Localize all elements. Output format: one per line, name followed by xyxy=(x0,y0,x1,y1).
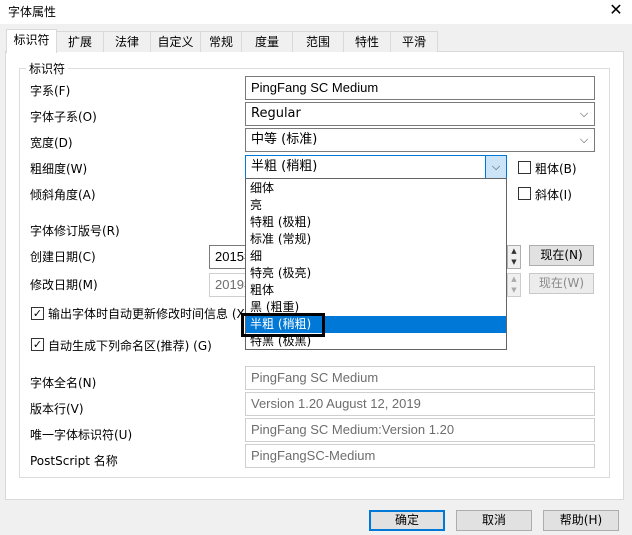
subfamily-label: 字体子系(O) xyxy=(30,110,97,124)
tab-features[interactable]: 特性 xyxy=(343,31,391,52)
cancel-button[interactable]: 取消 xyxy=(456,510,532,531)
italic-angle-label: 倾斜角度(A) xyxy=(30,188,96,202)
chevron-down-icon: ⌵ xyxy=(485,156,506,178)
created-label: 创建日期(C) xyxy=(30,250,96,264)
weight-option[interactable]: 粗体 xyxy=(246,282,506,299)
italic-checkbox[interactable] xyxy=(518,187,531,200)
group-title: 标识符 xyxy=(26,60,69,77)
created-now-button[interactable]: 现在(N) xyxy=(529,245,594,266)
help-button[interactable]: 帮助(H) xyxy=(543,510,619,531)
width-label: 宽度(D) xyxy=(30,136,73,150)
weight-value: 半粗 (稍粗) xyxy=(251,159,318,174)
tab-extensions[interactable]: 扩展 xyxy=(56,31,104,52)
auto-update-label: 输出字体时自动更新修改时间信息 (X) xyxy=(48,307,250,321)
auto-update-checkbox[interactable]: ✓ xyxy=(31,307,44,320)
postscript-label: PostScript 名称 xyxy=(30,454,118,468)
chevron-down-icon: ⌵ xyxy=(579,133,589,146)
spin-down-icon[interactable]: ▼ xyxy=(508,257,520,268)
auto-names-checkbox[interactable]: ✓ xyxy=(31,338,44,351)
spin-down-icon[interactable]: ▼ xyxy=(508,285,520,296)
modified-now-button[interactable]: 现在(W) xyxy=(529,273,594,294)
family-label: 字系(F) xyxy=(30,84,71,98)
window-title: 字体属性 xyxy=(8,5,57,19)
weight-option[interactable]: 特粗 (极粗) xyxy=(246,214,506,231)
weight-option[interactable]: 细 xyxy=(246,248,506,265)
full-name-label: 字体全名(N) xyxy=(30,376,97,390)
modified-spin[interactable]: ▲ ▼ xyxy=(507,273,521,297)
subfamily-select[interactable]: Regular ⌵ xyxy=(245,102,595,126)
weight-option[interactable]: 亮 xyxy=(246,197,506,214)
weight-option[interactable]: 特亮 (极亮) xyxy=(246,265,506,282)
subfamily-value: Regular xyxy=(251,106,301,121)
weight-option[interactable]: 标准 (常规) xyxy=(246,231,506,248)
spin-up-icon[interactable]: ▲ xyxy=(508,274,520,285)
family-input[interactable]: PingFang SC Medium xyxy=(245,76,595,100)
tab-range[interactable]: 范围 xyxy=(292,31,344,52)
auto-names-label: 自动生成下列命名区(推荐) (G) xyxy=(48,339,212,353)
chevron-down-icon: ⌵ xyxy=(579,107,589,120)
annotation-highlight xyxy=(241,313,325,337)
unique-id-input[interactable]: PingFang SC Medium:Version 1.20 xyxy=(245,418,595,442)
width-select[interactable]: 中等 (标准) ⌵ xyxy=(245,128,595,152)
spin-up-icon[interactable]: ▲ xyxy=(508,246,520,257)
tab-identifier[interactable]: 标识符 xyxy=(6,29,57,53)
bold-label: 粗体(B) xyxy=(535,162,577,176)
postscript-input[interactable]: PingFangSC-Medium xyxy=(245,444,595,468)
weight-label: 粗细度(W) xyxy=(30,162,88,176)
weight-select[interactable]: 半粗 (稍粗) ⌵ xyxy=(245,155,507,179)
title-bar xyxy=(0,0,632,24)
version-input[interactable]: Version 1.20 August 12, 2019 xyxy=(245,392,595,416)
version-label: 版本行(V) xyxy=(30,402,84,416)
italic-label: 斜体(I) xyxy=(535,188,572,202)
weight-option[interactable]: 细体 xyxy=(246,180,506,197)
unique-id-label: 唯一字体标识符(U) xyxy=(30,428,133,442)
ok-button[interactable]: 确定 xyxy=(369,510,445,531)
tab-general[interactable]: 常规 xyxy=(200,31,242,52)
revision-label: 字体修订版号(R) xyxy=(30,224,120,238)
tab-custom[interactable]: 自定义 xyxy=(150,31,201,52)
full-name-input[interactable]: PingFang SC Medium xyxy=(245,366,595,390)
tab-legal[interactable]: 法律 xyxy=(103,31,151,52)
modified-label: 修改日期(M) xyxy=(30,278,98,292)
created-spin[interactable]: ▲ ▼ xyxy=(507,245,521,269)
close-icon[interactable]: ✕ xyxy=(605,0,627,22)
width-value: 中等 (标准) xyxy=(251,132,318,147)
bold-checkbox[interactable] xyxy=(518,161,531,174)
tab-metrics[interactable]: 度量 xyxy=(241,31,293,52)
tab-smoothing[interactable]: 平滑 xyxy=(390,31,438,52)
